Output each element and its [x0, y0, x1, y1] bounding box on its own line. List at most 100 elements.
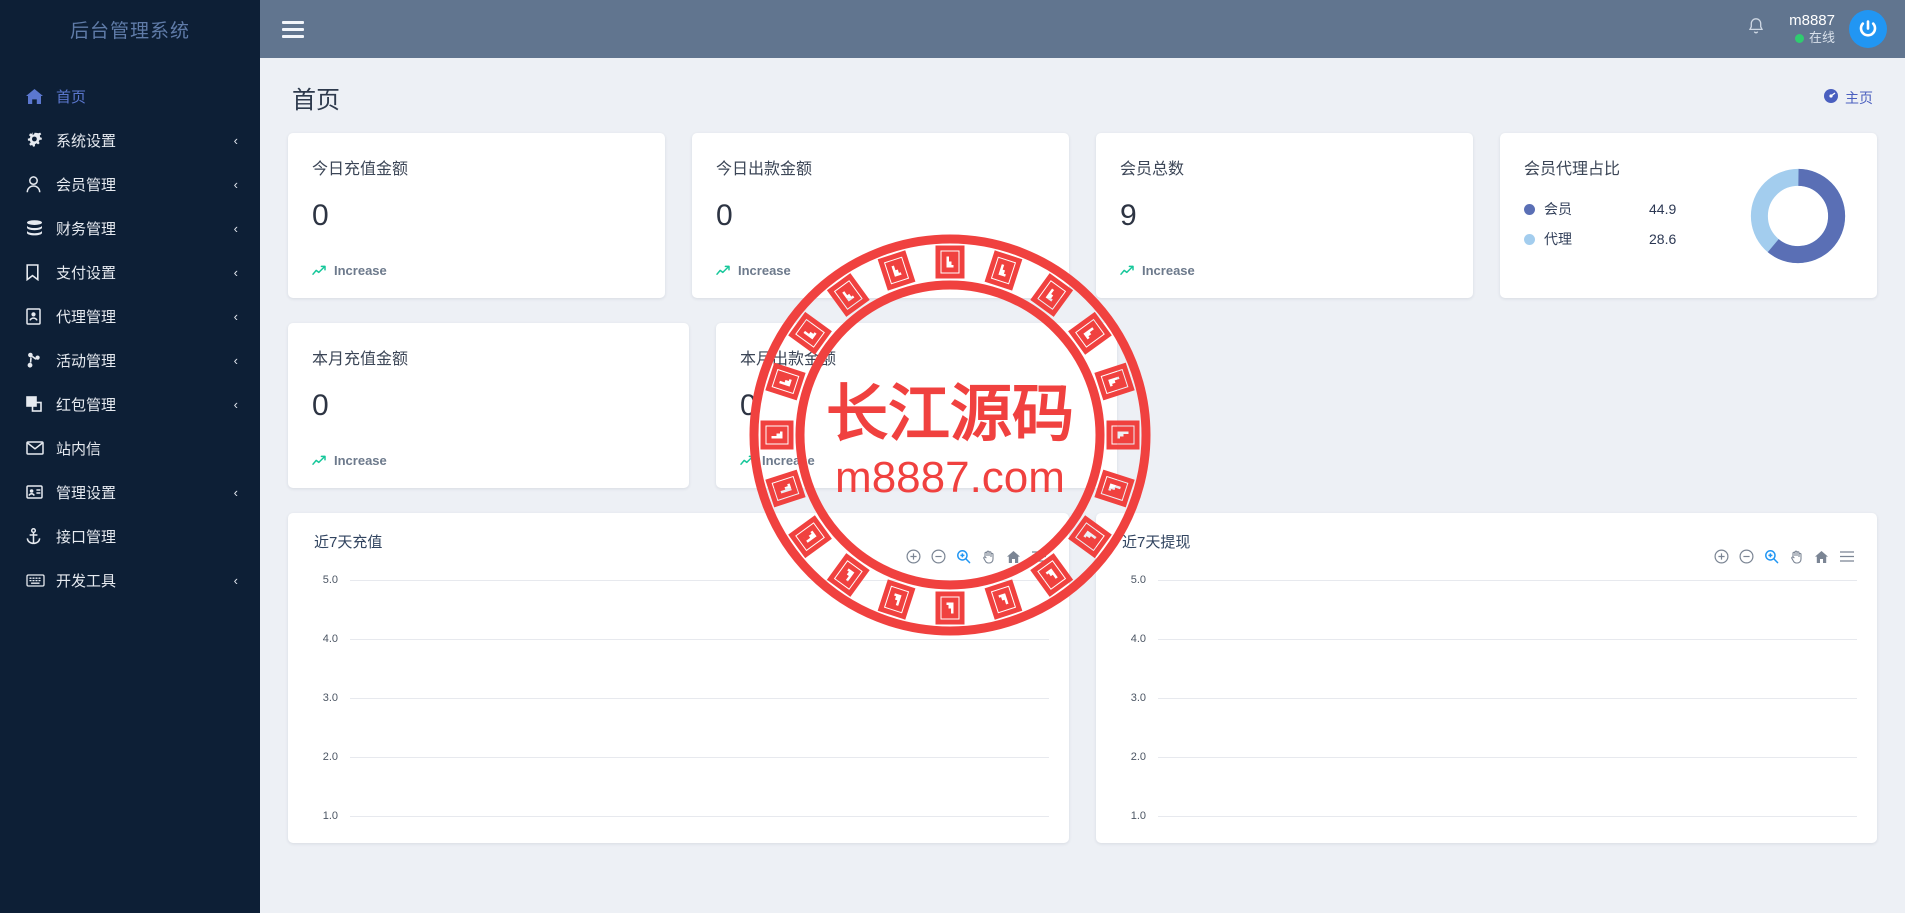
donut-legend-area: 会员代理占比 会员 44.9 代理 28.6: [1524, 155, 1743, 276]
gridline: [1158, 638, 1857, 640]
breadcrumb[interactable]: 主页: [1823, 88, 1873, 108]
main-area: m8887 在线 首页 主页 今日充值金额 0 Increase 今日出款金额 …: [260, 0, 1905, 913]
top-bar: m8887 在线: [260, 0, 1905, 58]
sidebar-item-7[interactable]: 红包管理 ‹: [0, 382, 260, 426]
sidebar-item-5[interactable]: 代理管理 ‹: [0, 294, 260, 338]
chart-plot-area[interactable]: 5.0 4.0 3.0 2.0 1.0: [1116, 574, 1857, 826]
sidebar-item-label: 活动管理: [56, 352, 117, 370]
stat-foot-label: Increase: [334, 453, 387, 468]
y-axis-tick: 2.0: [1116, 751, 1857, 763]
chevron-left-icon: ‹: [233, 220, 238, 236]
reset-home-icon[interactable]: [1006, 550, 1021, 564]
menu-icon[interactable]: [1031, 550, 1047, 563]
chevron-left-icon: ‹: [233, 308, 238, 324]
sidebar-item-0[interactable]: 首页: [0, 74, 260, 118]
selection-zoom-icon[interactable]: [956, 549, 971, 564]
trend-up-icon: [312, 455, 327, 466]
legend-color-dot-icon: [1524, 203, 1535, 215]
stat-foot-label: Increase: [1142, 263, 1195, 278]
chevron-left-icon: ‹: [233, 396, 238, 412]
chart-card-withdraw-7d: 近7天提现 5.0 4.0 3.0 2.0 1.0: [1096, 513, 1877, 843]
reset-home-icon[interactable]: [1814, 550, 1829, 564]
stat-card-month-withdraw: 本月出款金额 0 Increase: [716, 323, 1117, 488]
y-axis-tick-label: 5.0: [322, 574, 338, 586]
donut-card-member-agent-ratio: 会员代理占比 会员 44.9 代理 28.6: [1500, 133, 1877, 298]
donut-chart[interactable]: [1743, 155, 1853, 276]
zoom-in-icon[interactable]: [1714, 549, 1729, 564]
gridline: [350, 756, 1049, 758]
zoom-out-icon[interactable]: [931, 549, 946, 564]
sidebar-nav: 首页 系统设置 ‹ 会员管理 ‹ 财务管理 ‹ 支付设置 ‹ 代理管理 ‹ 活动管理 ‹ 红包管理 ‹ 站内信…: [0, 58, 260, 602]
zoom-out-icon[interactable]: [1739, 549, 1754, 564]
trend-up-icon: [312, 265, 327, 276]
envelope-icon: [26, 439, 56, 457]
y-axis-tick: 4.0: [308, 633, 1049, 645]
sidebar-item-label: 管理设置: [56, 484, 117, 502]
stat-title: 本月出款金额: [740, 351, 837, 368]
sidebar-item-label: 接口管理: [56, 528, 117, 546]
stat-card-today-deposit: 今日充值金额 0 Increase: [288, 133, 665, 298]
stat-title: 今日充值金额: [312, 161, 409, 178]
legend-label: 会员: [1544, 201, 1572, 217]
pan-icon[interactable]: [1789, 549, 1804, 564]
legend-item-member[interactable]: 会员 44.9: [1524, 199, 1743, 219]
content-area: 首页 主页 今日充值金额 0 Increase 今日出款金额 0 Increas…: [260, 58, 1905, 913]
stat-foot-label: Increase: [334, 263, 387, 278]
y-axis-tick-label: 1.0: [322, 810, 338, 822]
stat-foot-label: Increase: [738, 263, 791, 278]
hamburger-icon[interactable]: [282, 17, 304, 42]
pan-icon[interactable]: [981, 549, 996, 564]
y-axis-tick: 3.0: [1116, 692, 1857, 704]
page-head: 首页 主页: [288, 58, 1877, 133]
sidebar-item-label: 开发工具: [56, 572, 117, 590]
chevron-left-icon: ‹: [233, 176, 238, 192]
y-axis-tick: 1.0: [1116, 810, 1857, 822]
sidebar-item-label: 代理管理: [56, 308, 117, 326]
stat-foot: Increase: [1120, 263, 1195, 278]
y-axis-tick-label: 1.0: [1130, 810, 1146, 822]
sidebar-item-label: 站内信: [56, 440, 102, 458]
stat-title: 今日出款金额: [716, 161, 813, 178]
user-box[interactable]: m8887 在线: [1789, 12, 1835, 47]
stat-card-member-total: 会员总数 9 Increase: [1096, 133, 1473, 298]
sidebar-item-3[interactable]: 财务管理 ‹: [0, 206, 260, 250]
clone-icon: [26, 395, 56, 413]
power-icon[interactable]: [1849, 10, 1887, 48]
user-name: m8887: [1789, 11, 1835, 29]
user-status-label: 在线: [1808, 30, 1835, 46]
sidebar-item-6[interactable]: 活动管理 ‹: [0, 338, 260, 382]
sidebar-item-8[interactable]: 站内信: [0, 426, 260, 470]
stat-title: 会员总数: [1120, 161, 1185, 178]
chart-plot-area[interactable]: 5.0 4.0 3.0 2.0 1.0: [308, 574, 1049, 826]
sidebar-item-9[interactable]: 管理设置 ‹: [0, 470, 260, 514]
y-axis-tick-label: 4.0: [1130, 633, 1146, 645]
gridline: [350, 815, 1049, 817]
sidebar-item-label: 系统设置: [56, 132, 117, 150]
y-axis-tick: 4.0: [1116, 633, 1857, 645]
sidebar-item-4[interactable]: 支付设置 ‹: [0, 250, 260, 294]
stat-card-today-withdraw: 今日出款金额 0 Increase: [692, 133, 1069, 298]
y-axis-tick: 1.0: [308, 810, 1049, 822]
keyboard-icon: [26, 571, 56, 589]
stat-value: 0: [312, 199, 329, 232]
row2-spacer-a: [1144, 323, 1497, 488]
legend-item-agent[interactable]: 代理 28.6: [1524, 229, 1743, 249]
sidebar-item-10[interactable]: 接口管理: [0, 514, 260, 558]
chart-row: 近7天充值 5.0 4.0 3.0 2.0 1.0 近7天提现 5.0 4.0 …: [288, 513, 1877, 843]
donut-title: 会员代理占比: [1524, 161, 1621, 178]
bookmark-icon: [26, 263, 56, 281]
sidebar-item-11[interactable]: 开发工具 ‹: [0, 558, 260, 602]
bell-icon[interactable]: [1747, 17, 1765, 41]
selection-zoom-icon[interactable]: [1764, 549, 1779, 564]
sidebar-item-2[interactable]: 会员管理 ‹: [0, 162, 260, 206]
trend-up-icon: [716, 265, 731, 276]
zoom-in-icon[interactable]: [906, 549, 921, 564]
stat-foot: Increase: [312, 263, 387, 278]
gridline: [1158, 697, 1857, 699]
breadcrumb-label: 主页: [1845, 89, 1873, 106]
y-axis-tick-label: 4.0: [322, 633, 338, 645]
y-axis-tick-label: 2.0: [322, 751, 338, 763]
menu-icon[interactable]: [1839, 550, 1855, 563]
sidebar-item-1[interactable]: 系统设置 ‹: [0, 118, 260, 162]
y-axis-tick: 5.0: [1116, 574, 1857, 586]
